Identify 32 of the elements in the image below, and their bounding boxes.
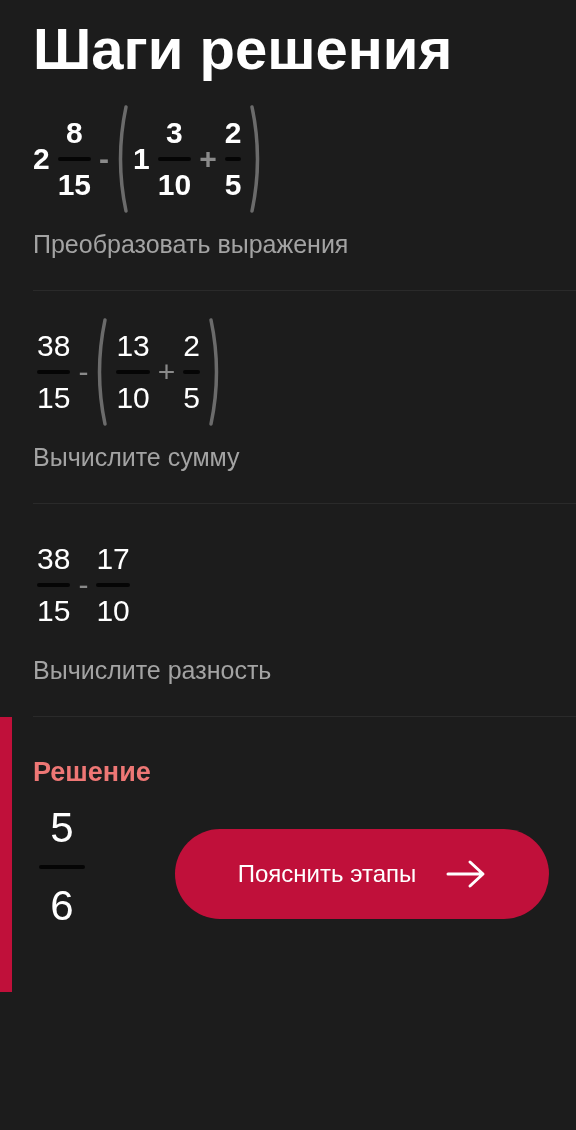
denominator: 10	[96, 595, 130, 627]
denominator: 5	[183, 382, 200, 414]
operator: +	[199, 142, 217, 176]
numerator: 5	[50, 805, 74, 851]
page-title: Шаги решения	[32, 15, 454, 83]
operator: -	[78, 355, 89, 389]
whole-number: 1	[133, 143, 150, 175]
step-description: Вычислите разность	[33, 655, 273, 686]
whole-number: 2	[33, 143, 50, 175]
denominator: 6	[50, 883, 74, 929]
operator: +	[157, 355, 176, 389]
numerator: 13	[116, 330, 150, 362]
numerator: 38	[37, 543, 71, 575]
arrow-right-icon	[446, 859, 487, 889]
numerator: 17	[96, 543, 130, 575]
denominator: 5	[224, 169, 242, 201]
solution-heading: Решение	[33, 756, 152, 789]
numerator: 3	[166, 117, 183, 149]
denominator: 15	[57, 169, 92, 201]
numerator: 2	[224, 117, 242, 149]
denominator: 15	[37, 382, 71, 414]
step-description: Вычислите сумму	[33, 442, 241, 473]
explain-steps-button[interactable]: Пояснить этапы	[175, 829, 549, 919]
numerator: 38	[37, 330, 71, 362]
step-description: Преобразовать выражения	[33, 229, 350, 260]
numerator: 2	[183, 330, 200, 362]
operator: -	[78, 568, 89, 602]
denominator: 10	[157, 169, 192, 201]
denominator: 10	[116, 382, 150, 414]
denominator: 15	[37, 595, 71, 627]
numerator: 8	[66, 117, 83, 149]
operator: -	[99, 142, 110, 176]
